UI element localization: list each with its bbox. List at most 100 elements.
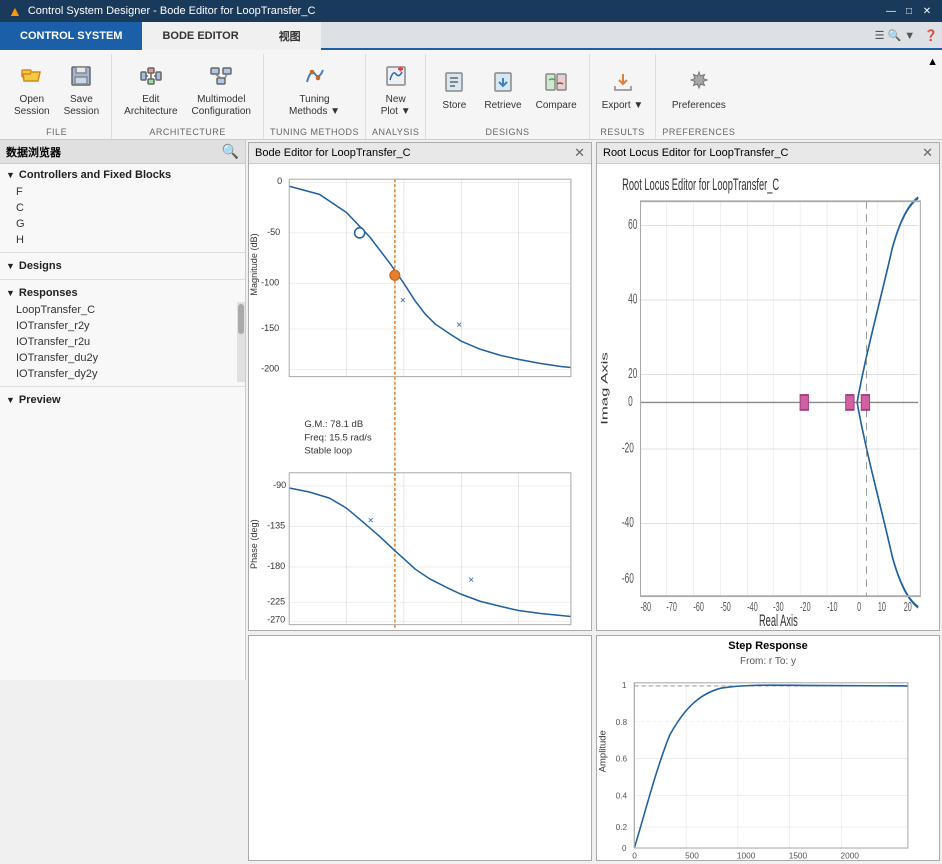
export-button[interactable]: Export ▼ (596, 66, 650, 116)
ribbon-group-file: OpenSession SaveSession FILE (2, 54, 112, 139)
save-session-button[interactable]: SaveSession (58, 60, 106, 122)
bottom-plots-row: Step Response From: r To: y 1 0.8 0.6 0.… (246, 633, 942, 863)
divider-1 (0, 252, 245, 253)
sidebar-item-G[interactable]: G (0, 216, 245, 232)
svg-text:Freq: 15.5 rad/s: Freq: 15.5 rad/s (304, 432, 372, 443)
svg-text:-20: -20 (622, 439, 634, 456)
svg-text:-180: -180 (267, 561, 285, 571)
controllers-section: ▼ Controllers and Fixed Blocks F C G H (0, 164, 245, 250)
ribbon-group-designs: Store Retrieve (426, 54, 589, 139)
save-session-label: SaveSession (64, 94, 100, 118)
preview-label: Preview (19, 394, 61, 406)
svg-text:20: 20 (904, 600, 912, 615)
open-session-label: OpenSession (14, 94, 50, 118)
svg-text:20: 20 (628, 365, 637, 382)
svg-text:1000: 1000 (737, 850, 756, 860)
designs-section: ▼ Designs (0, 255, 245, 277)
ribbon-collapse[interactable]: ▲ (925, 54, 940, 70)
close-button[interactable]: ✕ (920, 4, 934, 18)
svg-text:0.2: 0.2 (616, 822, 628, 832)
preview-arrow: ▼ (6, 395, 15, 405)
new-plot-icon (384, 64, 408, 92)
tab-view[interactable]: 视图 (259, 22, 321, 50)
svg-text:-90: -90 (273, 480, 286, 490)
svg-text:Amplitude: Amplitude (597, 730, 607, 772)
responses-scrollbar[interactable] (237, 302, 245, 382)
response-IOTransfer_r2y[interactable]: IOTransfer_r2y (0, 318, 245, 334)
tab-control-system[interactable]: CONTROL SYSTEM (0, 22, 142, 50)
content-area: Bode Editor for LoopTransfer_C ✕ 0 -50 -… (246, 140, 942, 680)
root-locus-header: Root Locus Editor for LoopTransfer_C ✕ (597, 143, 939, 164)
compare-button[interactable]: Compare (530, 66, 583, 116)
sidebar-item-F[interactable]: F (0, 184, 245, 200)
maximize-button[interactable]: □ (902, 4, 916, 18)
top-plots-row: Bode Editor for LoopTransfer_C ✕ 0 -50 -… (246, 140, 942, 633)
response-IOTransfer_du2y[interactable]: IOTransfer_du2y (0, 350, 245, 366)
preferences-icon (687, 70, 711, 98)
svg-text:-80: -80 (641, 600, 652, 615)
svg-text:40: 40 (628, 290, 637, 307)
svg-text:-50: -50 (267, 227, 280, 237)
svg-text:×: × (368, 515, 374, 526)
ribbon-group-preferences: Preferences PREFERENCES (656, 54, 741, 139)
sidebar-search-icon[interactable]: 🔍 (222, 143, 239, 160)
svg-text:0.4: 0.4 (616, 790, 628, 800)
edit-architecture-button[interactable]: EditArchitecture (118, 60, 183, 122)
tab-bode-editor[interactable]: BODE EDITOR (142, 22, 258, 50)
designs-header[interactable]: ▼ Designs (0, 257, 245, 275)
svg-text:-60: -60 (622, 570, 634, 587)
svg-text:0: 0 (622, 843, 627, 853)
designs-label: Designs (19, 260, 62, 272)
svg-text:-50: -50 (720, 600, 731, 615)
controllers-label: Controllers and Fixed Blocks (19, 169, 171, 181)
sidebar-title: 数据浏览器 (6, 144, 61, 160)
store-icon (442, 70, 466, 98)
minimize-button[interactable]: — (884, 4, 898, 18)
ribbon-group-analysis: NewPlot ▼ ANALYSIS (366, 54, 426, 139)
response-LoopTransfer_C[interactable]: LoopTransfer_C (0, 302, 245, 318)
store-label: Store (442, 100, 466, 112)
sidebar-item-H[interactable]: H (0, 232, 245, 248)
bode-panel-title: Bode Editor for LoopTransfer_C (255, 147, 411, 159)
tuning-methods-label: TuningMethods ▼ (289, 94, 340, 118)
step-response-panel (248, 635, 592, 861)
step-response-chart: 1 0.8 0.6 0.4 0.2 0 Amplitude 0 500 1000… (597, 667, 939, 862)
step-response-subtitle: From: r To: y (597, 656, 939, 667)
svg-text:0: 0 (857, 600, 861, 615)
app-icon: ▲ (8, 3, 22, 19)
responses-header[interactable]: ▼ Responses (0, 284, 245, 302)
svg-text:Imag Axis: Imag Axis (599, 352, 609, 425)
svg-text:-40: -40 (622, 514, 634, 531)
response-IOTransfer_dy2y[interactable]: IOTransfer_dy2y (0, 366, 245, 382)
tuning-methods-button[interactable]: TuningMethods ▼ (283, 60, 346, 122)
preview-header[interactable]: ▼ Preview (0, 391, 245, 409)
open-icon (20, 64, 44, 92)
root-locus-close-btn[interactable]: ✕ (922, 145, 933, 160)
retrieve-button[interactable]: Retrieve (478, 66, 527, 116)
svg-text:-10: -10 (827, 600, 838, 615)
svg-text:×: × (468, 575, 474, 586)
controllers-arrow: ▼ (6, 170, 15, 180)
open-session-button[interactable]: OpenSession (8, 60, 56, 122)
svg-text:-100: -100 (261, 277, 279, 287)
response-IOTransfer_r2u[interactable]: IOTransfer_r2u (0, 334, 245, 350)
step-response-right-panel: Step Response From: r To: y 1 0.8 0.6 0.… (596, 635, 940, 861)
retrieve-label: Retrieve (484, 100, 521, 112)
store-button[interactable]: Store (432, 66, 476, 116)
svg-text:-200: -200 (261, 364, 279, 374)
designs-group-label: DESIGNS (486, 127, 530, 139)
svg-text:0: 0 (628, 393, 633, 410)
controllers-header[interactable]: ▼ Controllers and Fixed Blocks (0, 166, 245, 184)
preferences-button[interactable]: Preferences (666, 66, 732, 116)
new-plot-button[interactable]: NewPlot ▼ (374, 60, 418, 122)
step-response-title: Step Response (728, 640, 807, 652)
file-group-label: FILE (46, 127, 67, 139)
svg-text:-40: -40 (747, 600, 758, 615)
svg-text:60: 60 (628, 216, 637, 233)
multimodel-config-button[interactable]: MultimodelConfiguration (186, 60, 257, 122)
responses-list: LoopTransfer_C IOTransfer_r2y IOTransfer… (0, 302, 245, 382)
multimodel-label: MultimodelConfiguration (192, 94, 251, 118)
results-group-label: RESULTS (600, 127, 644, 139)
sidebar-item-C[interactable]: C (0, 200, 245, 216)
bode-close-btn[interactable]: ✕ (574, 145, 585, 161)
